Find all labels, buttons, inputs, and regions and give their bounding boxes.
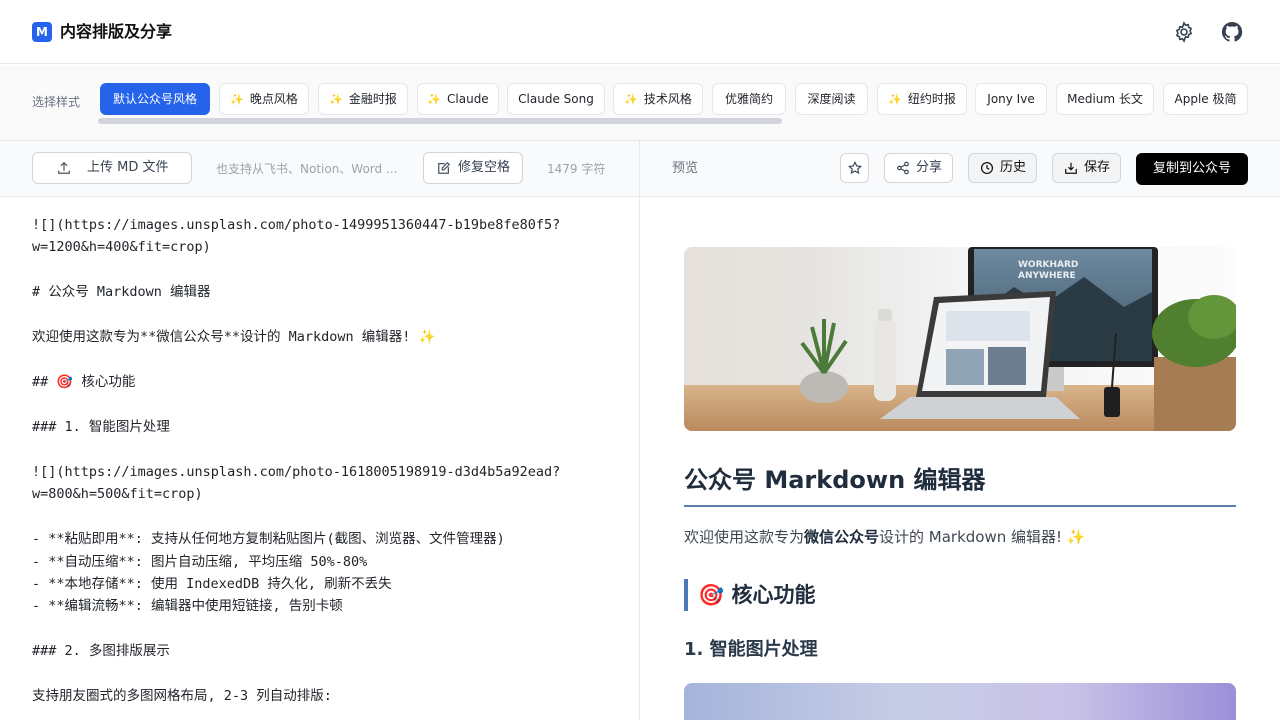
editor-line: - **粘贴即用**: 支持从任何地方复制粘贴图片(截图、浏览器、文件管理器) xyxy=(32,531,505,547)
history-button[interactable]: 历史 xyxy=(968,153,1037,183)
gear-icon[interactable] xyxy=(1172,20,1196,44)
sparkle-icon: ✨ xyxy=(230,93,244,106)
style-chip-label: Apple 极简 xyxy=(1174,92,1237,106)
upload-md-button[interactable]: 上传 MD 文件 xyxy=(32,152,192,184)
svg-text:ANYWHERE: ANYWHERE xyxy=(1018,271,1076,281)
preview-h2: 🎯 核心功能 xyxy=(684,579,815,611)
style-chip[interactable]: Claude Song xyxy=(507,83,605,115)
style-chip-label: 默认公众号风格 xyxy=(112,92,197,106)
editor-line: 欢迎使用这款专为**微信公众号**设计的 Markdown 编辑器! ✨ xyxy=(32,329,436,345)
preview-intro-after: 设计的 Markdown 编辑器! ✨ xyxy=(879,528,1086,546)
preview-intro: 欢迎使用这款专为微信公众号设计的 Markdown 编辑器! ✨ xyxy=(684,525,1086,549)
style-chip-label: 优雅简约 xyxy=(724,92,773,106)
fix-spaces-label: 修复空格 xyxy=(458,160,511,175)
save-icon xyxy=(1065,162,1077,174)
style-chip[interactable]: Apple 极简 xyxy=(1163,83,1248,115)
style-chip[interactable]: 优雅简约 xyxy=(712,83,786,115)
sparkle-icon: ✨ xyxy=(624,93,638,106)
style-chip[interactable]: 深度阅读 xyxy=(795,83,868,115)
style-label: 选择样式 xyxy=(32,95,81,109)
save-label: 保存 xyxy=(1084,160,1111,175)
upload-icon xyxy=(58,161,70,174)
edit-icon xyxy=(438,161,451,174)
style-chip[interactable]: Jony Ive xyxy=(975,83,1047,115)
upload-hint: 也支持从飞书、Notion、Word ... xyxy=(216,162,398,176)
preview-h3: 1. 智能图片处理 xyxy=(684,639,818,660)
clock-icon xyxy=(980,161,994,175)
style-chip[interactable]: Medium 长文 xyxy=(1056,83,1154,115)
style-scrollbar[interactable] xyxy=(98,118,782,124)
hero-monitor-text: WORKHARD xyxy=(1018,260,1078,270)
fix-spaces-button[interactable]: 修复空格 xyxy=(423,152,523,184)
preview-second-image xyxy=(684,683,1236,720)
share-icon xyxy=(897,161,909,175)
preview-intro-before: 欢迎使用这款专为 xyxy=(684,528,805,546)
style-chip-label: 金融时报 xyxy=(348,92,397,106)
style-selector: 选择样式 默认公众号风格 ✨ 晚点风格 ✨ 金融时报 ✨ Claude Claude Song… xyxy=(0,65,1280,141)
style-chip-label: Claude xyxy=(447,92,489,106)
style-chip[interactable]: 默认公众号风格 xyxy=(100,83,210,115)
editor-line: 支持朋友圈式的多图网格布局, 2-3 列自动排版: xyxy=(32,688,332,704)
editor-line: - **本地存储**: 使用 IndexedDB 持久化, 刷新不丢失 xyxy=(32,576,392,592)
share-label: 分享 xyxy=(916,160,943,175)
upload-md-label: 上传 MD 文件 xyxy=(87,160,169,175)
editor-line: ![](https://images.unsplash.com/photo-14… xyxy=(32,217,561,233)
sparkle-icon: ✨ xyxy=(888,93,902,106)
editor-line: ### 2. 多图排版展示 xyxy=(32,643,170,659)
style-chip-label: Jony Ive xyxy=(987,92,1035,106)
save-button[interactable]: 保存 xyxy=(1052,153,1121,183)
toolbar: 上传 MD 文件 也支持从飞书、Notion、Word ... 修复空格 147… xyxy=(0,141,1280,197)
style-chip-label: Medium 长文 xyxy=(1067,92,1143,106)
app-header: M 内容排版及分享 xyxy=(0,0,1280,64)
sparkle-icon: ✨ xyxy=(427,93,442,106)
editor-line: - **自动压缩**: 图片自动压缩, 平均压缩 50%-80% xyxy=(32,554,368,570)
style-chip[interactable]: ✨ 技术风格 xyxy=(613,83,703,115)
style-chip-label: 晚点风格 xyxy=(249,92,298,106)
editor-line: w=800&h=500&fit=crop) xyxy=(32,486,203,502)
style-chip[interactable]: ✨ 晚点风格 xyxy=(219,83,309,115)
history-label: 历史 xyxy=(1000,160,1027,175)
star-icon xyxy=(848,161,862,175)
editor-line: w=1200&h=400&fit=crop) xyxy=(32,239,211,255)
copy-to-wechat-button[interactable]: 复制到公众号 xyxy=(1136,153,1248,185)
editor-line: ![](https://images.unsplash.com/photo-16… xyxy=(32,464,561,480)
hero-image: WORKHARD ANYWHERE xyxy=(684,247,1236,431)
style-chip[interactable]: ✨ 金融时报 xyxy=(318,83,408,115)
style-chip[interactable]: ✨ 纽约时报 xyxy=(877,83,967,115)
github-icon[interactable] xyxy=(1220,20,1244,44)
sparkle-icon: ✨ xyxy=(329,93,343,106)
style-chip-label: 技术风格 xyxy=(643,92,692,106)
favorite-button[interactable] xyxy=(840,153,869,183)
preview-title: 公众号 Markdown 编辑器 xyxy=(684,463,1236,507)
preview-intro-bold: 微信公众号 xyxy=(804,528,880,546)
style-chip-label: 深度阅读 xyxy=(807,92,856,106)
app-logo: M xyxy=(32,22,52,42)
preview-label: 预览 xyxy=(672,161,699,176)
editor-line: # 公众号 Markdown 编辑器 xyxy=(32,284,211,300)
share-button[interactable]: 分享 xyxy=(884,153,953,183)
style-chip-label: 纽约时报 xyxy=(907,92,956,106)
editor-line: ### 1. 智能图片处理 xyxy=(32,419,170,435)
app-title: 内容排版及分享 xyxy=(60,22,173,41)
char-count: 1479 字符 xyxy=(547,162,606,176)
editor-line: ## 🎯 核心功能 xyxy=(32,374,136,390)
preview-pane: WORKHARD ANYWHERE 公众号 Markdown 编辑器 欢迎使用这… xyxy=(640,197,1280,720)
style-chip[interactable]: ✨ Claude xyxy=(417,83,499,115)
editor-line: - **编辑流畅**: 编辑器中使用短链接, 告别卡顿 xyxy=(32,598,343,614)
style-chip-label: Claude Song xyxy=(518,92,594,106)
